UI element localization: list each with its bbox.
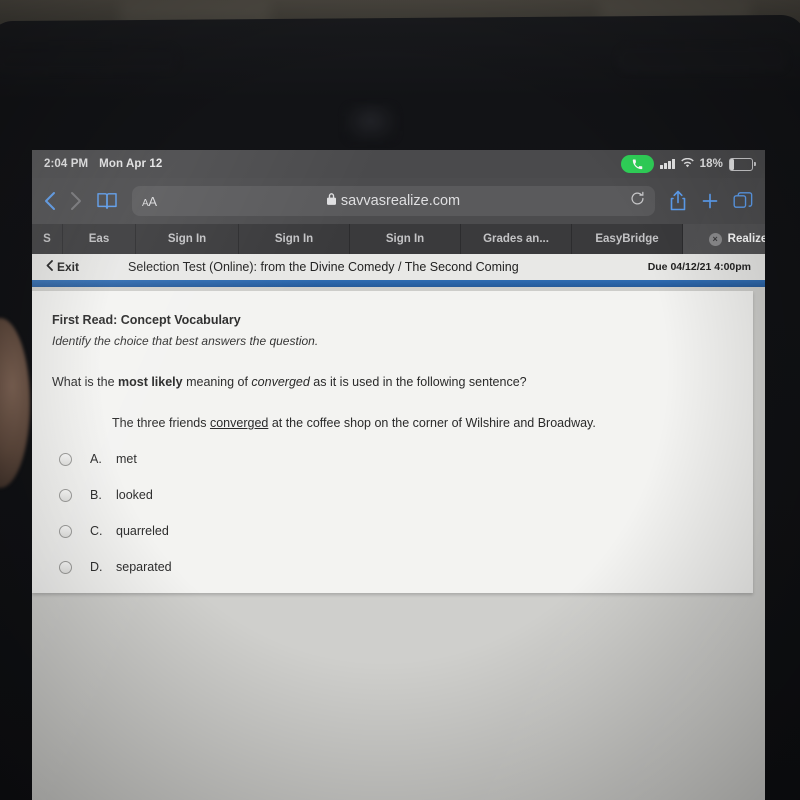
sentence-segment: at the coffee shop on the corner of Wils… <box>268 416 596 431</box>
status-date: Mon Apr 12 <box>99 158 163 170</box>
forward-button[interactable] <box>70 191 82 211</box>
browser-tab[interactable]: Grades an... <box>461 224 572 254</box>
url-text: savvasrealize.com <box>340 193 461 209</box>
browser-tab[interactable]: Sign In <box>136 224 239 254</box>
browser-toolbar: AAAA savvasrealize.com <box>32 178 765 224</box>
prompt-segment: What is the <box>52 375 118 389</box>
status-time: 2:04 PM <box>44 158 89 170</box>
bezel-highlight-right <box>617 44 788 73</box>
share-icon[interactable] <box>669 190 687 212</box>
status-bar: 2:04 PM Mon Apr 12 18% <box>32 150 765 178</box>
tablet-screen: 2:04 PM Mon Apr 12 18% AA savvasrealize.… <box>32 150 765 800</box>
cellular-signal-icon <box>660 159 675 169</box>
prompt-emphasis: most likely <box>118 375 183 389</box>
exit-button[interactable]: Exit <box>46 260 79 274</box>
radio-button[interactable] <box>59 560 72 574</box>
option-text: separated <box>116 560 172 575</box>
question-prompt: What is the most likely meaning of conve… <box>52 374 753 390</box>
active-call-indicator[interactable] <box>621 155 655 173</box>
close-icon[interactable]: × <box>708 232 722 246</box>
page-title: Selection Test (Online): from the Divine… <box>128 260 519 274</box>
assignment-header: Exit Selection Test (Online): from the D… <box>32 254 765 280</box>
wifi-icon <box>680 157 694 171</box>
answer-option[interactable]: A. met <box>52 452 753 466</box>
tab-label: Sign In <box>385 233 425 245</box>
option-letter: A. <box>90 452 102 467</box>
option-letter: B. <box>90 488 102 503</box>
radio-button[interactable] <box>59 452 72 466</box>
address-bar[interactable]: AAAA savvasrealize.com <box>132 186 655 216</box>
prompt-vocab-word: converged <box>251 375 310 389</box>
browser-tab-active[interactable]: × Realize <box>683 224 765 254</box>
chevron-left-icon <box>46 260 53 274</box>
answer-option[interactable]: B. looked <box>52 488 753 502</box>
browser-tab[interactable]: Sign In <box>350 224 461 254</box>
answer-options-list: A. met B. looked C. quarreled D. separat… <box>52 452 753 574</box>
prompt-segment: as it is used in the following sentence? <box>309 375 527 389</box>
back-button[interactable] <box>44 191 56 211</box>
battery-percent: 18% <box>699 158 723 170</box>
option-text: met <box>116 452 137 467</box>
tab-label: Grades an... <box>483 233 549 245</box>
radio-button[interactable] <box>59 488 72 502</box>
battery-icon <box>729 157 756 171</box>
sentence-segment: The three friends <box>112 416 210 431</box>
instruction-text: Identify the choice that best answers th… <box>52 334 319 348</box>
radio-button[interactable] <box>59 524 72 538</box>
browser-tab[interactable]: S <box>32 224 63 254</box>
tab-label: S <box>43 233 51 245</box>
answer-option[interactable]: D. separated <box>52 560 753 574</box>
assignment-body: First Read: Concept Vocabulary Identify … <box>32 287 765 800</box>
url-display: savvasrealize.com <box>132 193 655 209</box>
tab-label: Sign In <box>274 233 314 245</box>
answer-option[interactable]: C. quarreled <box>52 524 753 538</box>
option-letter: C. <box>90 524 103 539</box>
book-icon[interactable] <box>96 192 118 210</box>
prompt-segment: meaning of <box>182 375 252 389</box>
lock-icon <box>326 193 336 209</box>
photograph-of-tablet: 2:04 PM Mon Apr 12 18% AA savvasrealize.… <box>0 0 800 800</box>
exit-label: Exit <box>57 260 80 274</box>
tabs-icon[interactable] <box>733 191 753 211</box>
question-card: First Read: Concept Vocabulary Identify … <box>32 291 753 593</box>
tab-strip: S Eas Sign In Sign In Sign In Grades an.… <box>32 224 765 254</box>
section-heading: First Read: Concept Vocabulary <box>52 313 241 327</box>
due-date-label: Due 04/12/21 4:00pm <box>647 261 751 273</box>
reload-icon[interactable] <box>630 191 645 211</box>
header-accent-bar <box>32 280 765 287</box>
sentence-vocab-word: converged <box>209 416 269 431</box>
browser-tab[interactable]: Eas <box>63 224 136 254</box>
example-sentence: The three friends converged at the coffe… <box>112 416 753 430</box>
new-tab-button[interactable] <box>701 192 719 210</box>
option-text: looked <box>116 488 153 503</box>
text-size-button[interactable]: AAAA <box>142 194 157 209</box>
browser-tab[interactable]: Sign In <box>239 224 350 254</box>
option-text: quarreled <box>116 524 169 539</box>
option-letter: D. <box>90 560 103 575</box>
bezel-highlight-left <box>0 45 178 74</box>
tab-label: EasyBridge <box>595 233 659 245</box>
front-camera <box>342 103 399 144</box>
browser-tab[interactable]: EasyBridge <box>572 224 683 254</box>
tab-label: Realize <box>727 233 765 245</box>
tab-label: Eas <box>88 233 110 245</box>
tab-label: Sign In <box>167 233 207 245</box>
